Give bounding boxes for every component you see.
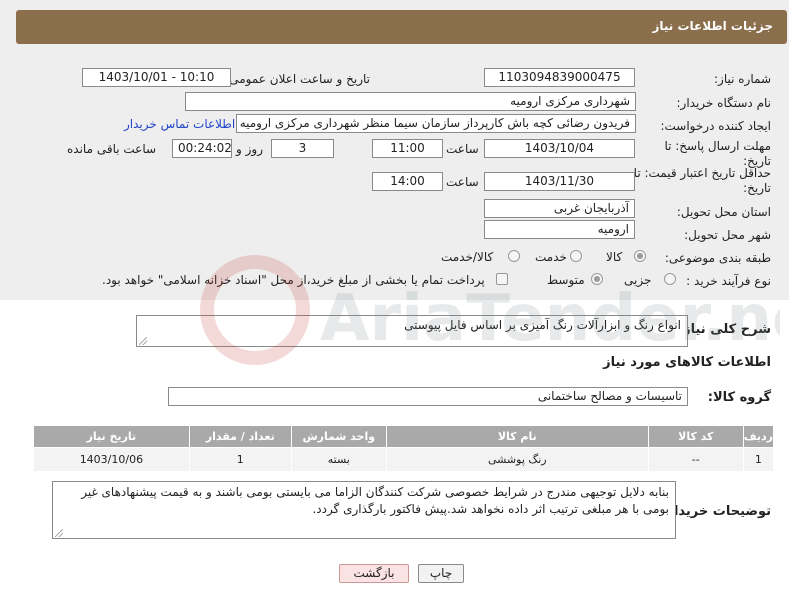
price-validity-time-label: ساعت xyxy=(446,175,479,189)
buyer-org-field: شهرداری مرکزی ارومیه xyxy=(185,92,636,111)
col-code-header: کد کالا xyxy=(647,425,744,448)
deadline-time-label: ساعت xyxy=(446,142,479,156)
description-text: انواع رنگ و ابزارآلات رنگ آمیزی بر اساس … xyxy=(404,318,681,332)
col-date-header: تاریخ نیاز xyxy=(33,425,190,448)
buyer-notes-textarea[interactable]: بنابه دلایل توجیهی مندرج در شرایط خصوصی … xyxy=(52,481,676,539)
category-goods-service-radio[interactable] xyxy=(508,250,520,262)
description-textarea[interactable]: انواع رنگ و ابزارآلات رنگ آمیزی بر اساس … xyxy=(136,315,688,347)
buyer-notes-text: بنابه دلایل توجیهی مندرج در شرایط خصوصی … xyxy=(81,485,669,516)
process-minor-label: جزیی xyxy=(624,273,652,287)
category-goods-service-label: کالا/خدمت xyxy=(441,250,494,264)
announce-datetime-label: تاریخ و ساعت اعلان عمومی: xyxy=(225,72,370,86)
category-goods-label: کالا xyxy=(606,250,623,264)
resize-grip-icon[interactable] xyxy=(139,337,147,345)
category-label: طبقه بندی موضوعی: xyxy=(664,251,771,265)
price-validity-label: حداقل تاریخ اعتبار قیمت: تا xyxy=(633,166,771,180)
category-service-label: خدمت xyxy=(535,250,567,264)
description-label: شرح کلی نیاز: xyxy=(677,322,771,337)
back-button[interactable]: بازگشت xyxy=(339,564,409,583)
remaining-time-field: 00:24:02 xyxy=(172,139,232,158)
need-number-label: شماره نیاز: xyxy=(714,72,771,86)
goods-group-field: تاسیسات و مصالح ساختمانی xyxy=(168,387,688,406)
request-creator-field: فریدون رضائی کچه باش کارپرداز سازمان سیم… xyxy=(236,114,636,133)
quantity-cell: 1 xyxy=(188,447,292,472)
category-service-radio[interactable] xyxy=(570,250,582,262)
remaining-time-label: ساعت باقی مانده xyxy=(67,142,157,156)
delivery-province-label: استان محل تحویل: xyxy=(676,205,771,219)
unit-cell: بسته xyxy=(290,447,387,472)
col-quantity-header: تعداد / مقدار xyxy=(188,425,292,448)
delivery-city-field: ارومیه xyxy=(484,220,635,239)
goods-code-cell: -- xyxy=(647,447,744,472)
category-goods-radio[interactable] xyxy=(634,250,646,262)
deadline-label: مهلت ارسال پاسخ: تا xyxy=(664,139,771,153)
request-creator-label: ایجاد کننده درخواست: xyxy=(660,119,771,133)
deadline-date-field: 1403/10/04 xyxy=(484,139,635,158)
announce-datetime-field: 1403/10/01 - 10:10 xyxy=(82,68,231,87)
resize-grip-icon[interactable] xyxy=(55,529,63,537)
row-number-cell: 1 xyxy=(742,447,775,472)
delivery-city-label: شهر محل تحویل: xyxy=(684,228,771,242)
days-label: روز و xyxy=(236,142,263,156)
price-validity-date-field: 1403/11/30 xyxy=(484,172,635,191)
process-medium-radio[interactable] xyxy=(591,273,603,285)
deadline-time-field: 11:00 xyxy=(372,139,443,158)
purchase-process-label: نوع فرآیند خرید : xyxy=(686,274,771,288)
treasury-payment-checkbox[interactable] xyxy=(496,273,508,285)
col-row-header: ردیف xyxy=(742,425,775,448)
page-title: جزئیات اطلاعات نیاز xyxy=(652,19,773,33)
delivery-province-field: آذربایجان غربی xyxy=(484,199,635,218)
col-unit-header: واحد شمارش xyxy=(290,425,387,448)
print-button[interactable]: چاپ xyxy=(418,564,464,583)
need-date-cell: 1403/10/06 xyxy=(33,447,190,472)
treasury-payment-note: پرداخت تمام یا بخشی از مبلغ خرید،از محل … xyxy=(102,273,485,287)
goods-group-label: گروه کالا: xyxy=(707,390,771,405)
price-validity-date-label: تاریخ: xyxy=(743,181,771,195)
buyer-notes-label: توضیحات خریدار: xyxy=(661,504,771,519)
goods-name-cell: رنگ پوششی xyxy=(385,447,649,472)
table-row: 1 -- رنگ پوششی بسته 1 1403/10/06 xyxy=(33,447,775,472)
goods-table-header: ردیف کد کالا نام کالا واحد شمارش تعداد /… xyxy=(33,425,775,448)
need-number-field: 1103094839000475 xyxy=(484,68,635,87)
goods-section-title: اطلاعات کالاهای مورد نیاز xyxy=(603,355,771,370)
days-remaining-field: 3 xyxy=(271,139,334,158)
buyer-contact-link[interactable]: اطلاعات تماس خریدار xyxy=(124,117,235,131)
price-validity-time-field: 14:00 xyxy=(372,172,443,191)
process-medium-label: متوسط xyxy=(547,273,585,287)
page-header: جزئیات اطلاعات نیاز xyxy=(16,10,787,44)
goods-table: ردیف کد کالا نام کالا واحد شمارش تعداد /… xyxy=(33,425,775,472)
process-minor-radio[interactable] xyxy=(664,273,676,285)
col-name-header: نام کالا xyxy=(385,425,649,448)
buyer-org-label: نام دستگاه خریدار: xyxy=(676,96,772,110)
